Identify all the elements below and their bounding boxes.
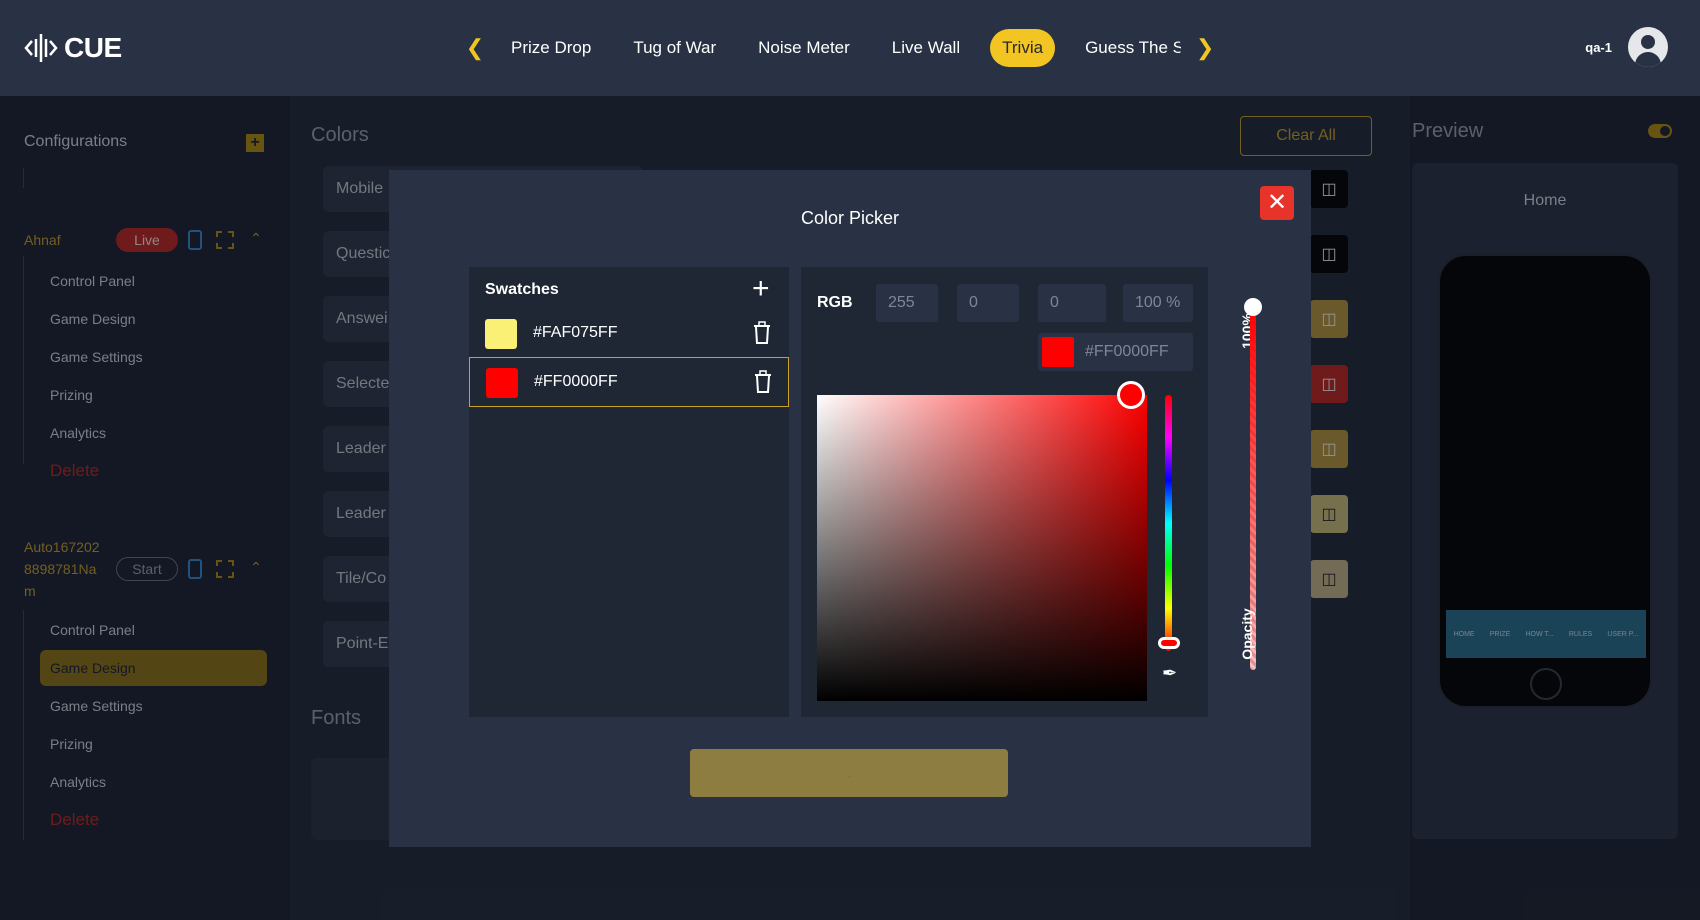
user-menu[interactable]: qa-1 — [1585, 27, 1668, 67]
green-input[interactable]: 0 — [957, 284, 1019, 322]
chevron-left-icon[interactable]: ❮ — [460, 35, 490, 61]
nav-item-noise-meter[interactable]: Noise Meter — [746, 29, 862, 67]
swatches-panel: Swatches + #FAF075FF #FF0000FF — [469, 267, 789, 717]
red-input[interactable]: 255 — [876, 284, 938, 322]
nav-item-live-wall[interactable]: Live Wall — [880, 29, 972, 67]
swatch-row-selected[interactable]: #FF0000FF — [469, 357, 789, 407]
swatch-row[interactable]: #FAF075FF — [469, 309, 789, 359]
swatches-title: Swatches — [485, 281, 559, 298]
save-color-button[interactable]: . — [690, 749, 1008, 797]
trash-icon[interactable] — [753, 321, 771, 345]
add-swatch-icon[interactable]: + — [752, 274, 770, 304]
picker-panel: RGB 255 0 0 100 % #FF0000FF ✒ — [801, 267, 1208, 717]
chevron-right-icon[interactable]: ❯ — [1190, 35, 1220, 61]
color-mode-label[interactable]: RGB — [817, 294, 853, 312]
avatar-icon[interactable] — [1628, 27, 1668, 67]
hue-handle[interactable] — [1158, 637, 1180, 649]
logo-waveform-icon — [24, 34, 58, 62]
nav-item-trivia[interactable]: Trivia — [990, 29, 1056, 67]
close-icon[interactable]: ✕ — [1260, 186, 1294, 220]
saturation-value-area[interactable] — [817, 395, 1147, 701]
current-color-chip — [1042, 337, 1074, 367]
saturation-handle[interactable] — [1117, 381, 1145, 409]
logo[interactable]: CUE — [24, 28, 122, 68]
top-bar: CUE ❮ Prize Drop Tug of War Noise Meter … — [0, 0, 1700, 96]
swatch-chip[interactable] — [485, 319, 517, 349]
swatch-hex: #FAF075FF — [533, 324, 618, 341]
eyedropper-icon[interactable]: ✒ — [1162, 663, 1177, 684]
nav-item-guess-the-score[interactable]: Guess The Sc — [1073, 29, 1181, 67]
opacity-label: Opacity — [1239, 608, 1255, 660]
trash-icon[interactable] — [754, 370, 772, 394]
color-picker-modal: Color Picker ✕ Swatches + #FAF075FF #FF0… — [389, 170, 1311, 847]
alpha-input[interactable]: 100 % — [1123, 284, 1193, 322]
hex-field[interactable]: #FF0000FF — [1038, 333, 1193, 371]
hex-value: #FF0000FF — [1085, 343, 1169, 360]
nav-item-tug-of-war[interactable]: Tug of War — [621, 29, 728, 67]
blue-input[interactable]: 0 — [1038, 284, 1106, 322]
modal-title: Color Picker — [800, 208, 900, 228]
hue-slider[interactable] — [1165, 395, 1172, 651]
swatch-hex: #FF0000FF — [534, 373, 618, 390]
game-nav: ❮ Prize Drop Tug of War Noise Meter Live… — [460, 29, 1220, 67]
nav-item-prize-drop[interactable]: Prize Drop — [499, 29, 603, 67]
opacity-handle[interactable] — [1244, 298, 1262, 316]
logo-text: CUE — [64, 32, 122, 63]
swatch-chip[interactable] — [486, 368, 518, 398]
user-name: qa-1 — [1585, 39, 1612, 55]
